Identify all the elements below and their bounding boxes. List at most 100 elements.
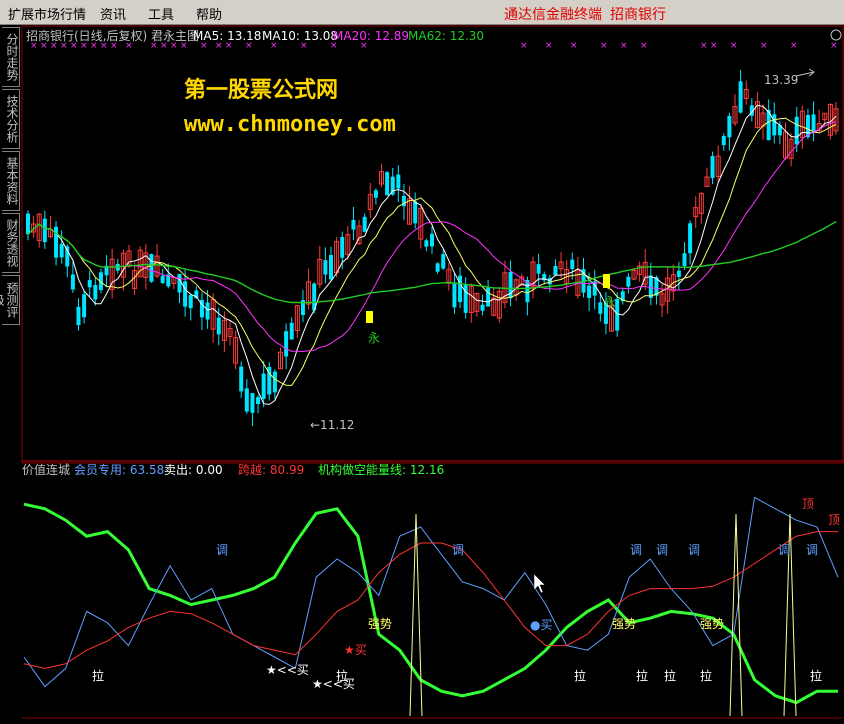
- indicator-label: 调: [806, 543, 818, 557]
- candle-body: [396, 174, 401, 189]
- indicator-label: 强势: [700, 617, 724, 631]
- indicator-label: 强势: [612, 617, 636, 631]
- signal-marker: ×: [110, 41, 118, 51]
- candle-body: [373, 190, 378, 198]
- candle-body: [261, 373, 266, 399]
- menu-item-news[interactable]: 资讯: [100, 4, 126, 23]
- signal-marker: ×: [225, 41, 233, 51]
- signal-marker: ×: [100, 41, 108, 51]
- candle-body: [42, 218, 47, 243]
- candle-body: [351, 219, 356, 230]
- indicator-label: 调: [452, 543, 464, 557]
- menu-item-help[interactable]: 帮助: [196, 4, 222, 23]
- candle-body: [430, 233, 434, 247]
- indicator-label: 顶: [802, 497, 814, 511]
- candle-body: [160, 275, 165, 284]
- chart-area[interactable]: 招商银行(日线,后复权) 君永主图 MA5: 13.18 MA10: 13.08…: [0, 24, 844, 724]
- indicator-title: 价值连城: [22, 462, 70, 477]
- legend-cross: 跨越: 80.99: [238, 463, 304, 477]
- circle-icon[interactable]: [830, 29, 842, 41]
- signal-marker: ×: [760, 41, 768, 51]
- candle-body: [82, 294, 87, 318]
- candle-body: [452, 283, 457, 308]
- candle-body: [54, 226, 59, 258]
- candle-body: [87, 280, 92, 288]
- signal-box: [603, 274, 610, 288]
- indicator-label: 拉: [664, 668, 676, 683]
- candle-body: [772, 114, 777, 136]
- signal-marker: ×: [300, 41, 308, 51]
- candle-body: [441, 254, 446, 269]
- signal-marker: ×: [270, 41, 278, 51]
- signal-marker: ×: [330, 41, 338, 51]
- indicator-label: 调: [656, 543, 668, 557]
- candle-body: [458, 275, 463, 303]
- indicator-series: [23, 496, 839, 705]
- candle-body: [587, 285, 592, 299]
- signal-marker: ×: [520, 41, 528, 51]
- signal-marker: ×: [245, 41, 253, 51]
- legend-ma62: MA62: 12.30: [408, 29, 484, 43]
- menu-item-extended-market[interactable]: 扩展市场行情: [8, 4, 86, 23]
- signal-marker: ×: [620, 41, 628, 51]
- signal-marker: ×: [160, 41, 168, 51]
- cursor-icon: [533, 573, 546, 594]
- signal-marker: ×: [60, 41, 68, 51]
- signal-marker: ×: [545, 41, 553, 51]
- signal-marker: ×: [170, 41, 178, 51]
- candle-body: [486, 287, 491, 307]
- candle-body: [70, 274, 75, 290]
- legend-member: 会员专用: 63.58: [74, 462, 164, 477]
- indicator-label: ★<<买: [266, 663, 309, 677]
- candle-body: [188, 295, 193, 309]
- watermark-title: 第一股票公式网: [184, 78, 339, 103]
- signal-marker: ×: [830, 41, 838, 51]
- low-price-label: ←11.12: [310, 418, 354, 432]
- indicator-labels: 调调调调调调调强势 强势 强势拉拉拉拉拉拉拉★<<买★<<买★买●买顶顶: [92, 497, 840, 691]
- candle-body: [177, 274, 182, 293]
- indicator-line: [23, 496, 839, 688]
- candle-body: [239, 366, 244, 392]
- link-stock-name[interactable]: 招商银行: [610, 4, 666, 24]
- candle-body: [413, 201, 418, 224]
- signal-label: 永: [604, 295, 616, 309]
- menu-item-tools[interactable]: 工具: [148, 4, 174, 23]
- candle-body: [362, 216, 367, 232]
- signal-marker: ×: [200, 41, 208, 51]
- candle-body: [323, 260, 328, 275]
- candle-body: [76, 306, 81, 326]
- candle-body: [244, 388, 249, 412]
- signal-box: [366, 311, 373, 323]
- indicator-line: [23, 502, 838, 705]
- candle-body: [710, 156, 715, 179]
- link-finance-terminal[interactable]: 通达信金融终端: [504, 4, 602, 24]
- candle-body: [289, 322, 294, 340]
- candle-body: [205, 302, 210, 320]
- candle-body: [626, 276, 631, 287]
- indicator-label: 调: [216, 543, 228, 557]
- signal-marker: ×: [70, 41, 78, 51]
- candle-body: [738, 81, 743, 113]
- indicator-label: ★买: [344, 643, 367, 657]
- indicator-label: ★<<买: [312, 677, 355, 691]
- legend-short-energy: 机构做空能量线: 12.16: [318, 462, 444, 477]
- spike-line: [409, 513, 423, 717]
- signal-marker: ×: [50, 41, 58, 51]
- candle-body: [727, 115, 732, 138]
- candle-body: [676, 270, 681, 277]
- signal-marker: ×: [710, 41, 718, 51]
- indicator-label: 顶: [828, 513, 840, 527]
- signal-marker: ×: [80, 41, 88, 51]
- candle-body: [648, 275, 653, 298]
- spike-lines: [409, 513, 797, 717]
- indicator-label: 调: [778, 543, 790, 557]
- candle-body: [794, 116, 799, 145]
- indicator-label: 强势: [368, 617, 392, 631]
- candle-body: [811, 114, 816, 132]
- candle-body: [65, 246, 70, 267]
- candle-body: [93, 285, 98, 300]
- signal-marker: ×: [640, 41, 648, 51]
- candle-body: [284, 331, 289, 357]
- indicator-label: 拉: [636, 668, 648, 683]
- watermark-url: www.chnmoney.com: [184, 112, 396, 137]
